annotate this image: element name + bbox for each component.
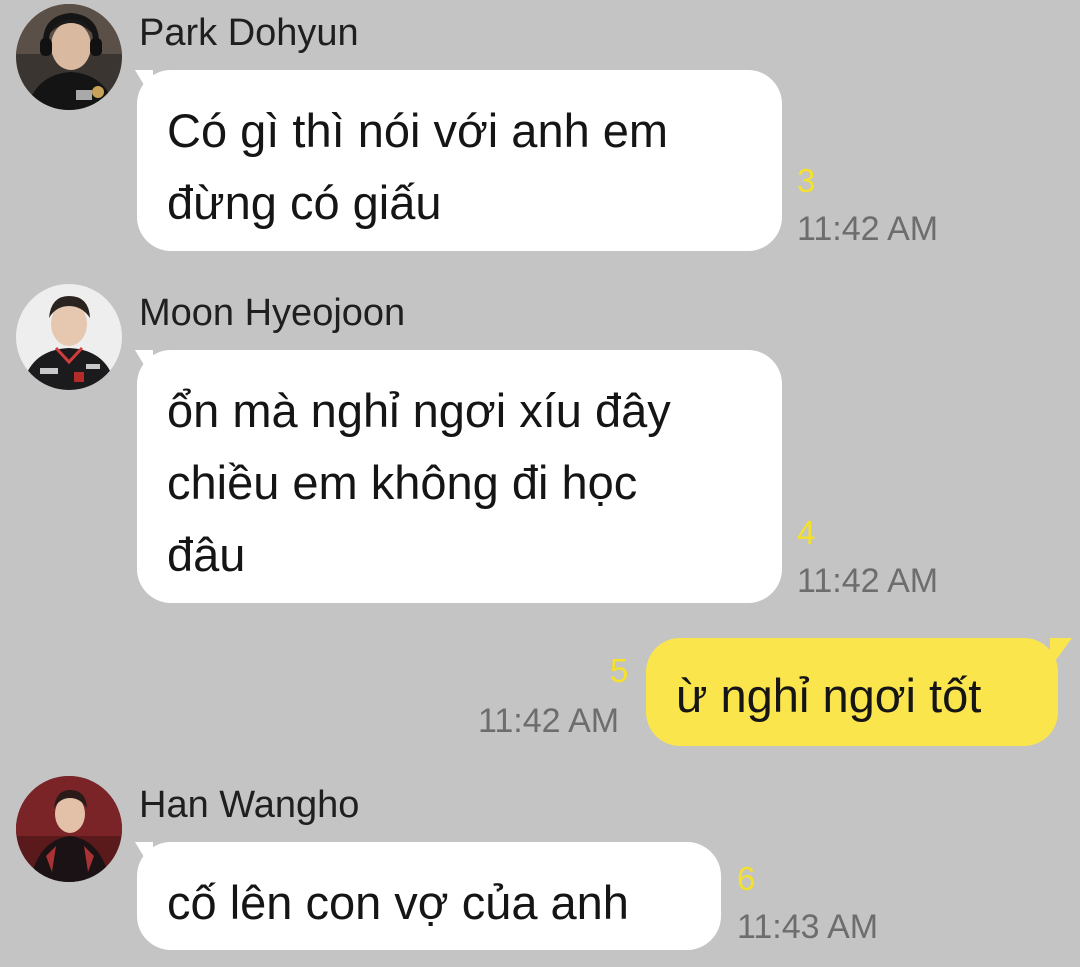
message-text-line: cố lên con vợ của anh: [167, 876, 629, 929]
timestamp: 11:43 AM: [737, 908, 879, 946]
message-item: Moon Hyeojoon ổn mà nghỉ ngơi xíu đây ch…: [0, 278, 1080, 618]
timestamp: 11:42 AM: [797, 562, 939, 600]
message-text-line: ừ nghỉ ngơi tốt: [676, 669, 982, 722]
timestamp: 11:42 AM: [797, 210, 939, 248]
message-item: Han Wangho cố lên con vợ của anh 6 11:43…: [0, 770, 1080, 967]
message-bubble[interactable]: ổn mà nghỉ ngơi xíu đây chiều em không đ…: [135, 350, 782, 603]
message-bubble[interactable]: cố lên con vợ của anh: [135, 842, 721, 950]
sender-name: Park Dohyun: [139, 12, 359, 54]
sender-name: Moon Hyeojoon: [139, 292, 406, 334]
timestamp: 11:42 AM: [478, 702, 620, 740]
avatar[interactable]: [16, 4, 122, 110]
message-item: 5 11:42 AM ừ nghỉ ngơi tốt: [0, 630, 1080, 760]
message-text-line: đừng có giấu: [167, 176, 442, 229]
message-text-line: ổn mà nghỉ ngơi xíu đây: [167, 384, 671, 437]
sender-name: Han Wangho: [139, 784, 360, 826]
message-text-line: đâu: [167, 528, 246, 581]
unread-count: 5: [610, 652, 629, 689]
message-item: Park Dohyun Có gì thì nói với anh em đừn…: [0, 0, 1080, 270]
message-bubble[interactable]: Có gì thì nói với anh em đừng có giấu: [135, 70, 782, 251]
avatar[interactable]: [16, 284, 122, 390]
unread-count: 4: [797, 514, 816, 551]
message-text-line: Có gì thì nói với anh em: [167, 104, 669, 157]
message-bubble[interactable]: ừ nghỉ ngơi tốt: [646, 638, 1072, 746]
avatar[interactable]: [16, 776, 122, 882]
unread-count: 3: [797, 162, 816, 199]
unread-count: 6: [737, 860, 756, 897]
message-text-line: chiều em không đi học: [167, 456, 638, 509]
